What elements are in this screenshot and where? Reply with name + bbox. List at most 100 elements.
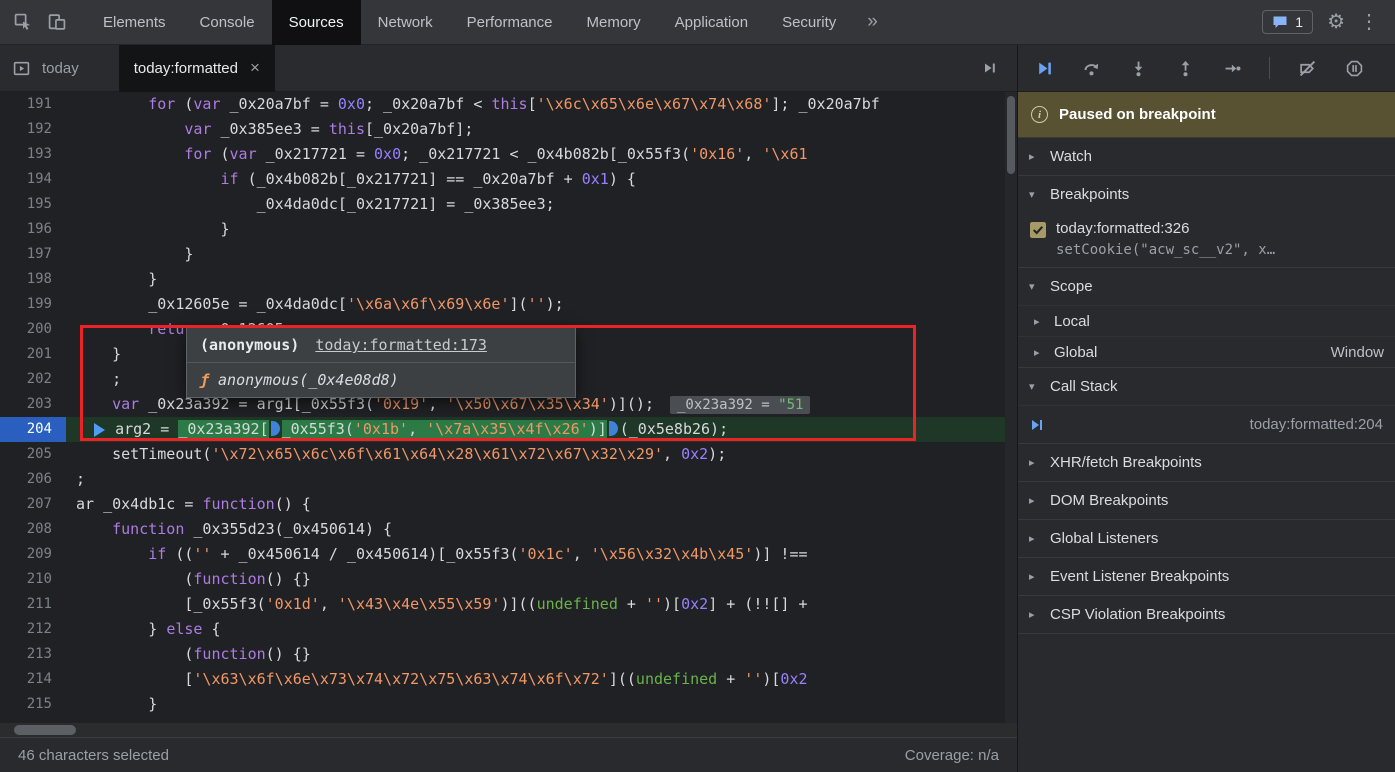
code-line[interactable]: 212 } else {	[0, 617, 1005, 642]
line-number[interactable]: 207	[0, 492, 66, 517]
section-breakpoints[interactable]: ▾ Breakpoints	[1018, 175, 1395, 213]
code-line[interactable]: 196 }	[0, 217, 1005, 242]
line-number[interactable]: 195	[0, 192, 66, 217]
line-number[interactable]: 196	[0, 217, 66, 242]
step-out-button[interactable]	[1175, 58, 1195, 78]
code-line[interactable]: 198 }	[0, 267, 1005, 292]
breakpoint-checkbox[interactable]	[1030, 222, 1046, 238]
code-token: )[	[762, 670, 780, 688]
code-line[interactable]: 208 function _0x355d23(_0x450614) {	[0, 517, 1005, 542]
function-source-link[interactable]: today:formatted:173	[315, 336, 487, 354]
resume-script-button[interactable]	[1034, 58, 1054, 78]
tab-elements[interactable]: Elements	[86, 0, 183, 45]
scope-label: Global	[1054, 344, 1097, 361]
line-number[interactable]: 214	[0, 667, 66, 692]
more-panels-button[interactable]: »	[853, 11, 892, 33]
line-number[interactable]: 201	[0, 342, 66, 367]
line-number[interactable]: 211	[0, 592, 66, 617]
navigator-panel-icon	[13, 60, 30, 77]
code-text: setTimeout('\x72\x65\x6c\x6f\x61\x64\x28…	[66, 442, 1005, 467]
line-number[interactable]: 205	[0, 442, 66, 467]
line-number[interactable]: 212	[0, 617, 66, 642]
code-text: for (var _0x20a7bf = 0x0; _0x20a7bf < th…	[66, 92, 1005, 117]
line-number[interactable]: 208	[0, 517, 66, 542]
tab-network[interactable]: Network	[361, 0, 450, 45]
horizontal-scroll-thumb[interactable]	[14, 725, 76, 735]
console-messages-badge[interactable]: 1	[1262, 10, 1313, 34]
line-number[interactable]: 197	[0, 242, 66, 267]
section-watch[interactable]: ▸ Watch	[1018, 137, 1395, 175]
code-line[interactable]: 207ar _0x4db1c = function() {	[0, 492, 1005, 517]
code-line[interactable]: 206;	[0, 467, 1005, 492]
line-number[interactable]: 192	[0, 117, 66, 142]
step-button[interactable]	[1222, 58, 1242, 78]
line-number[interactable]: 209	[0, 542, 66, 567]
code-text: function _0x355d23(_0x450614) {	[66, 517, 1005, 542]
code-line[interactable]: 194 if (_0x4b082b[_0x217721] == _0x20a7b…	[0, 167, 1005, 192]
inspect-element-button[interactable]	[6, 5, 40, 39]
code-line[interactable]: 195 _0x4da0dc[_0x217721] = _0x385ee3;	[0, 192, 1005, 217]
scope-local-row[interactable]: ▸ Local	[1018, 305, 1395, 336]
step-into-button[interactable]	[1128, 58, 1148, 78]
pause-on-exceptions-button[interactable]	[1344, 58, 1364, 78]
code-line[interactable]: 191 for (var _0x20a7bf = 0x0; _0x20a7bf …	[0, 92, 1005, 117]
line-number[interactable]: 200	[0, 317, 66, 342]
section-call-stack[interactable]: ▾ Call Stack	[1018, 367, 1395, 405]
line-number[interactable]: 206	[0, 467, 66, 492]
scope-global-row[interactable]: ▸ Global Window	[1018, 336, 1395, 367]
code-line[interactable]: 192 var _0x385ee3 = this[_0x20a7bf];	[0, 117, 1005, 142]
code-line[interactable]: 211 [_0x55f3('0x1d', '\x43\x4e\x55\x59')…	[0, 592, 1005, 617]
tab-security[interactable]: Security	[765, 0, 853, 45]
code-line[interactable]: 204 arg2 = _0x23a392[_0x55f3('0x1b', '\x…	[0, 417, 1005, 442]
file-tab-today-formatted[interactable]: today:formatted ×	[119, 45, 275, 92]
overflow-tabs-button[interactable]	[973, 51, 1007, 85]
code-line[interactable]: 215 }	[0, 692, 1005, 717]
line-number[interactable]: 199	[0, 292, 66, 317]
section-scope[interactable]: ▾ Scope	[1018, 267, 1395, 305]
file-tab-today[interactable]: today	[42, 60, 79, 77]
code-line[interactable]: 197 }	[0, 242, 1005, 267]
line-number[interactable]: 204	[0, 417, 66, 442]
line-number[interactable]: 202	[0, 367, 66, 392]
tab-performance[interactable]: Performance	[450, 0, 570, 45]
line-number[interactable]: 215	[0, 692, 66, 717]
deactivate-breakpoints-button[interactable]	[1297, 58, 1317, 78]
section-xhr-breakpoints[interactable]: ▸ XHR/fetch Breakpoints	[1018, 443, 1395, 481]
breakpoint-entry[interactable]: today:formatted:326 setCookie("acw_sc__v…	[1018, 213, 1395, 267]
line-number[interactable]: 191	[0, 92, 66, 117]
code-token: )]	[589, 420, 607, 438]
step-over-button[interactable]	[1081, 58, 1101, 78]
tab-console[interactable]: Console	[183, 0, 272, 45]
line-number[interactable]: 213	[0, 642, 66, 667]
code-line[interactable]: 205 setTimeout('\x72\x65\x6c\x6f\x61\x64…	[0, 442, 1005, 467]
section-dom-breakpoints[interactable]: ▸ DOM Breakpoints	[1018, 481, 1395, 519]
line-number[interactable]: 210	[0, 567, 66, 592]
device-toolbar-button[interactable]	[40, 5, 74, 39]
code-token: '0x1c'	[519, 545, 573, 563]
section-event-listener-breakpoints[interactable]: ▸ Event Listener Breakpoints	[1018, 557, 1395, 595]
call-stack-frame[interactable]: today:formatted:204	[1018, 405, 1395, 443]
line-number[interactable]: 193	[0, 142, 66, 167]
editor-horizontal-scrollbar[interactable]	[0, 723, 1017, 737]
code-line[interactable]: 199 _0x12605e = _0x4da0dc['\x6a\x6f\x69\…	[0, 292, 1005, 317]
code-editor[interactable]: 191 for (var _0x20a7bf = 0x0; _0x20a7bf …	[0, 92, 1017, 723]
section-global-listeners[interactable]: ▸ Global Listeners	[1018, 519, 1395, 557]
code-line[interactable]: 214 ['\x63\x6f\x6e\x73\x74\x72\x75\x63\x…	[0, 667, 1005, 692]
vertical-scroll-thumb[interactable]	[1007, 96, 1015, 174]
tab-memory[interactable]: Memory	[570, 0, 658, 45]
line-number[interactable]: 203	[0, 392, 66, 417]
editor-vertical-scrollbar[interactable]	[1005, 92, 1017, 723]
close-tab-icon[interactable]: ×	[250, 58, 260, 78]
code-line[interactable]: 213 (function() {}	[0, 642, 1005, 667]
section-csp-violation-breakpoints[interactable]: ▸ CSP Violation Breakpoints	[1018, 595, 1395, 633]
navigator-toggle-button[interactable]	[0, 45, 42, 91]
code-line[interactable]: 210 (function() {}	[0, 567, 1005, 592]
line-number[interactable]: 194	[0, 167, 66, 192]
tab-application[interactable]: Application	[658, 0, 765, 45]
line-number[interactable]: 198	[0, 267, 66, 292]
settings-gear-button[interactable]: ⚙	[1327, 12, 1345, 32]
tab-sources[interactable]: Sources	[272, 0, 361, 45]
code-line[interactable]: 193 for (var _0x217721 = 0x0; _0x217721 …	[0, 142, 1005, 167]
code-line[interactable]: 209 if (('' + _0x450614 / _0x450614)[_0x…	[0, 542, 1005, 567]
kebab-menu-button[interactable]: ⋮	[1359, 12, 1379, 32]
